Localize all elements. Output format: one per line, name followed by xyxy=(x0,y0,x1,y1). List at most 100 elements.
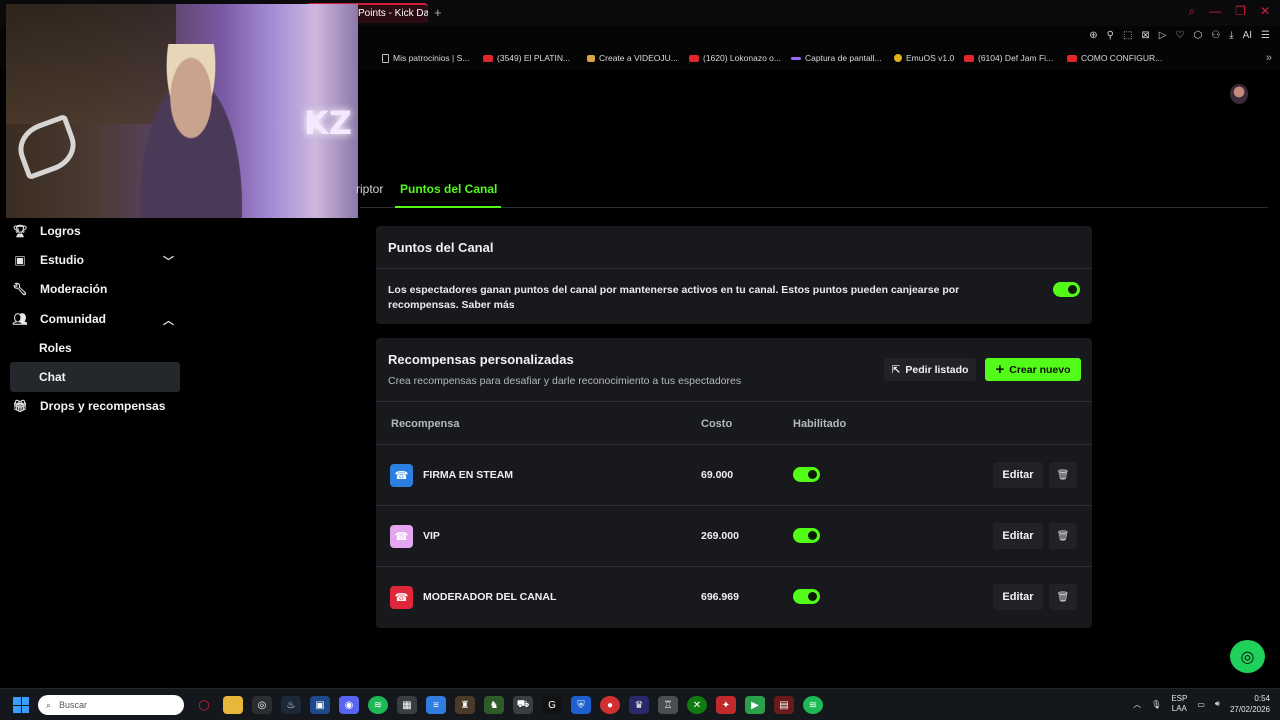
bookmark-item[interactable]: EmuOS v1.0 xyxy=(894,53,954,63)
maximize-icon[interactable]: ❐ xyxy=(1235,4,1246,19)
table-row: ☎ VIP 269.000 Editar 🗑︎ xyxy=(376,506,1092,567)
snapshot-icon[interactable]: ⬚ xyxy=(1123,30,1132,41)
language-indicator[interactable]: ESP LAA xyxy=(1171,694,1187,714)
app-icon[interactable]: ● xyxy=(600,696,620,714)
app-icon[interactable]: ▦ xyxy=(397,696,417,714)
xbox-icon[interactable]: ✕ xyxy=(687,696,707,714)
sidebar-item-roles[interactable]: Roles xyxy=(10,333,180,362)
channel-points-card: Puntos del Canal Los espectadores ganan … xyxy=(376,226,1092,324)
studio-icon: ▣ xyxy=(14,252,26,267)
reward-name: MODERADOR DEL CANAL xyxy=(423,591,557,603)
bookmark-item[interactable]: (3549) El PLATIN... xyxy=(483,53,570,63)
play-icon[interactable]: ▷ xyxy=(1159,30,1167,41)
reward-name: VIP xyxy=(423,530,440,542)
app-icon[interactable]: ▤ xyxy=(774,696,794,714)
heart-icon[interactable]: ♡ xyxy=(1175,30,1184,41)
bitwarden-icon[interactable]: ⛨ xyxy=(571,696,591,714)
reward-cost: 696.969 xyxy=(701,591,739,603)
spotify-icon[interactable]: ≋ xyxy=(803,696,823,714)
edit-button[interactable]: Editar xyxy=(993,462,1043,488)
bookmark-item[interactable]: (1620) Lokonazo o... xyxy=(689,53,781,63)
new-tab-icon[interactable]: + xyxy=(434,5,442,20)
pin-icon[interactable]: ⚲ xyxy=(1107,30,1114,41)
extensions-icon[interactable]: ⬡ xyxy=(1193,30,1202,41)
app-icon[interactable]: G xyxy=(542,696,562,714)
search-icon: ⌕ xyxy=(46,699,52,710)
edit-button[interactable]: Editar xyxy=(993,584,1043,610)
chevron-right-icon[interactable]: » xyxy=(1266,52,1272,64)
rewards-title: Recompensas personalizadas xyxy=(388,352,574,367)
opera-icon[interactable]: ◯ xyxy=(194,696,214,714)
reward-enabled-toggle[interactable] xyxy=(793,589,820,604)
reward-icon: ☎ xyxy=(390,586,413,609)
edit-button[interactable]: Editar xyxy=(993,523,1043,549)
app-icon[interactable]: ♖ xyxy=(658,696,678,714)
car-icon[interactable]: ⛟ xyxy=(513,696,533,714)
taskbar-search[interactable]: ⌕ Buscar xyxy=(38,695,184,715)
chevron-down-icon[interactable]: ﹀ xyxy=(163,253,174,269)
tab-channel-points[interactable]: Puntos del Canal xyxy=(400,182,497,196)
app-icon[interactable]: ▶ xyxy=(745,696,765,714)
channel-points-toggle[interactable] xyxy=(1053,282,1080,297)
sidebar-item-moderacion[interactable]: 🔧︎ Moderación xyxy=(10,275,180,304)
clock[interactable]: 0:54 27/02/2026 xyxy=(1230,693,1270,715)
bookmark-item[interactable]: Captura de pantall... xyxy=(791,53,882,63)
opera-gx-icon[interactable]: ◎ xyxy=(252,696,272,714)
chevron-up-icon[interactable]: ︿ xyxy=(163,312,174,328)
search-icon[interactable]: ⌕ xyxy=(1188,4,1195,19)
folder-icon[interactable] xyxy=(223,696,243,714)
bookmark-item[interactable]: Create a VIDEOJU... xyxy=(587,53,678,63)
microphone-icon[interactable]: 🎙︎ xyxy=(1151,700,1161,709)
game-icon[interactable]: ♞ xyxy=(484,696,504,714)
taskbar: ⌕ Buscar ◯ ◎ ♨ ▣ ◉ ≋ ▦ ≡ ♜ ♞ ⛟ G ⛨ ● ♛ ♖… xyxy=(0,688,1280,720)
ai-icon[interactable]: AI xyxy=(1243,30,1252,41)
sidebar-item-comunidad[interactable]: 👥︎ Comunidad ︿ xyxy=(10,304,180,333)
create-new-button[interactable]: + Crear nuevo xyxy=(985,358,1081,381)
sidebar-item-drops[interactable]: 🎁︎ Drops y recompensas xyxy=(10,392,180,421)
menu-icon[interactable]: ☰ xyxy=(1261,30,1270,41)
game-icon[interactable]: ✦ xyxy=(716,696,736,714)
support-chat-icon[interactable]: ◎ xyxy=(1230,640,1265,673)
discord-icon[interactable]: ◉ xyxy=(339,696,359,714)
reward-icon: ☎ xyxy=(390,525,413,548)
youtube-icon xyxy=(483,54,493,62)
reward-enabled-toggle[interactable] xyxy=(793,528,820,543)
profile-icon[interactable]: ⚇ xyxy=(1211,30,1220,41)
webcam-overlay: KZ xyxy=(6,4,358,218)
notepad-icon[interactable]: ≡ xyxy=(426,696,446,714)
steam-icon[interactable]: ♨ xyxy=(281,696,301,714)
sidebar-item-estudio[interactable]: ▣ Estudio ﹀ xyxy=(10,245,180,274)
window-controls: ⌕ — ❐ ✕ xyxy=(1188,4,1270,19)
spotify-icon[interactable]: ≋ xyxy=(368,696,388,714)
game-icon[interactable]: ♜ xyxy=(455,696,475,714)
avatar[interactable] xyxy=(1230,84,1248,104)
monitor-icon[interactable]: ▭ xyxy=(1197,700,1205,709)
list-arrow-icon: ⇱ xyxy=(891,363,901,376)
chevron-up-icon[interactable]: ︿ xyxy=(1133,699,1141,710)
reward-enabled-toggle[interactable] xyxy=(793,467,820,482)
windows-start-icon[interactable] xyxy=(13,697,29,713)
trash-icon[interactable]: 🗑︎ xyxy=(1049,462,1077,488)
app-icon[interactable]: ▣ xyxy=(310,696,330,714)
adblock-icon[interactable]: ⊠ xyxy=(1141,30,1149,41)
trash-icon[interactable]: 🗑︎ xyxy=(1049,584,1077,610)
minimize-icon[interactable]: — xyxy=(1209,4,1221,19)
tab-subscriptor[interactable]: riptor xyxy=(356,182,383,196)
bookmark-item[interactable]: (6104) Def Jam Fi... xyxy=(964,53,1053,63)
zoom-icon[interactable]: ⊕ xyxy=(1089,30,1097,41)
close-icon[interactable]: ✕ xyxy=(1260,4,1270,19)
sidebar-item-logros[interactable]: 🏆︎ Logros xyxy=(10,216,180,245)
sidebar-item-chat[interactable]: Chat xyxy=(10,362,180,392)
download-icon[interactable]: ⤓ xyxy=(1229,30,1233,41)
search-placeholder: Buscar xyxy=(59,700,88,710)
volume-icon[interactable]: 🔊︎ xyxy=(1215,699,1220,709)
game-icon[interactable]: ♛ xyxy=(629,696,649,714)
reward-name: FIRMA EN STEAM xyxy=(423,469,514,481)
neon-sign: KZ xyxy=(304,104,352,142)
trash-icon[interactable]: 🗑︎ xyxy=(1049,523,1077,549)
request-list-button[interactable]: ⇱ Pedir listado xyxy=(884,358,976,381)
bookmark-item[interactable]: COMO CONFIGUR... xyxy=(1067,53,1162,63)
bookmark-icon xyxy=(587,54,595,62)
pen-icon xyxy=(791,56,801,60)
bookmark-item[interactable]: Mis patrocinios | S... xyxy=(382,53,469,63)
